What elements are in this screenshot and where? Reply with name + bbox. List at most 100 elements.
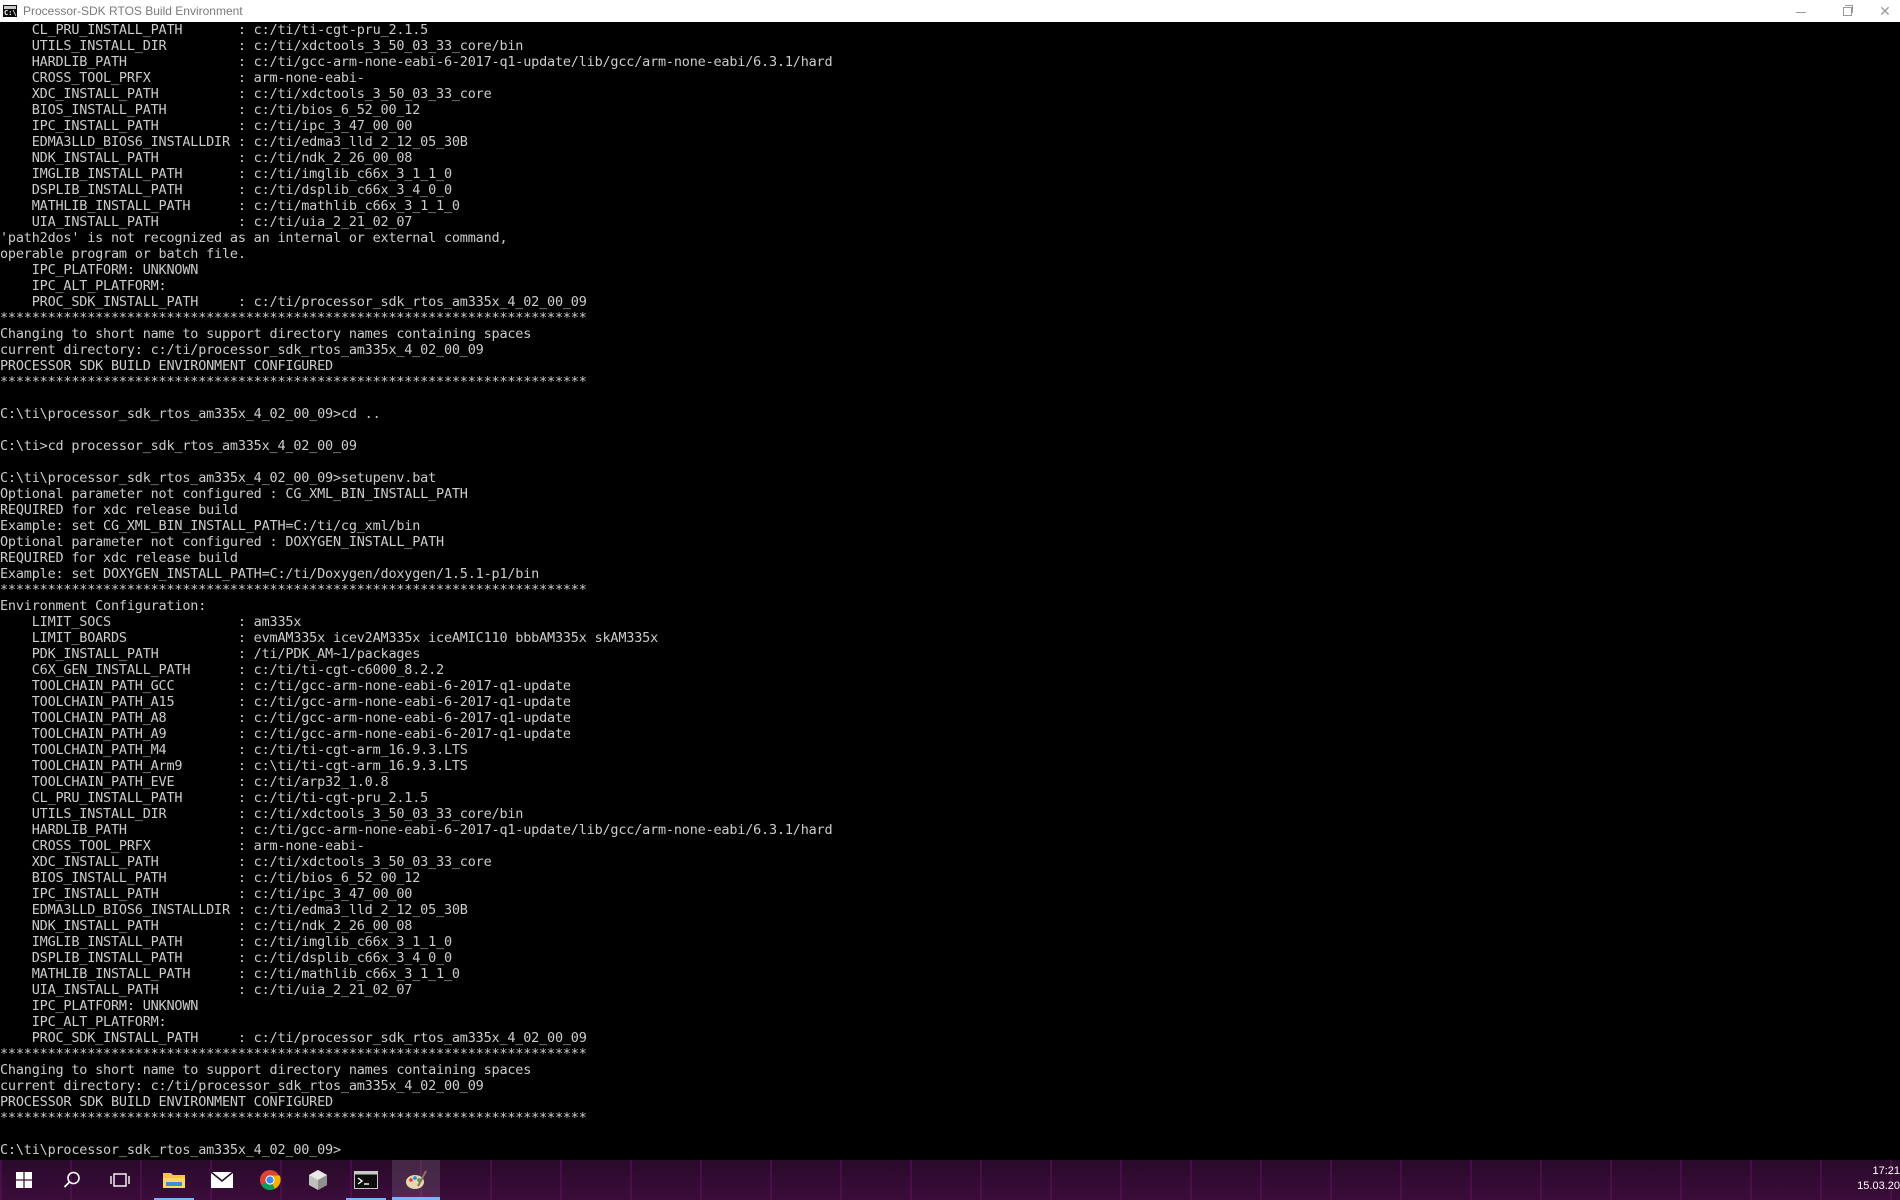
console-line: PROC_SDK_INSTALL_PATH : c:/ti/processor_… [0, 294, 587, 310]
console-line: UIA_INSTALL_PATH : c:/ti/uia_2_21_02_07 [0, 214, 413, 230]
console-line: BIOS_INSTALL_PATH : c:/ti/bios_6_52_00_1… [0, 102, 421, 118]
console-line: IMGLIB_INSTALL_PATH : c:/ti/imglib_c66x_… [0, 934, 452, 950]
console-line: UTILS_INSTALL_DIR : c:/ti/xdctools_3_50_… [0, 806, 524, 822]
console-line: 'path2dos' is not recognized as an inter… [0, 230, 508, 246]
folder-icon [163, 1173, 185, 1188]
console-line: TOOLCHAIN_PATH_A15 : c:/ti/gcc-arm-none-… [0, 694, 571, 710]
restore-button[interactable] [1824, 0, 1870, 22]
chrome-icon [260, 1170, 281, 1191]
restore-icon [1842, 4, 1853, 16]
console-line: CROSS_TOOL_PRFX : arm-none-eabi- [0, 70, 365, 86]
window-titlebar[interactable]: Processor-SDK RTOS Build Environment ✕ [0, 0, 1900, 23]
console-line: IPC_PLATFORM: UNKNOWN [0, 262, 199, 278]
console-line: PROCESSOR SDK BUILD ENVIRONMENT CONFIGUR… [0, 358, 333, 374]
console-line: NDK_INSTALL_PATH : c:/ti/ndk_2_26_00_08 [0, 150, 413, 166]
console-line: TOOLCHAIN_PATH_A8 : c:/ti/gcc-arm-none-e… [0, 710, 571, 726]
console-line: PROC_SDK_INSTALL_PATH : c:/ti/processor_… [0, 1030, 587, 1046]
console-line: TOOLCHAIN_PATH_Arm9 : c:\ti/ti-cgt-arm_1… [0, 758, 468, 774]
windows-logo-icon [16, 1172, 32, 1188]
console-line: NDK_INSTALL_PATH : c:/ti/ndk_2_26_00_08 [0, 918, 413, 934]
console-line: TOOLCHAIN_PATH_A9 : c:/ti/gcc-arm-none-e… [0, 726, 571, 742]
console-line: REQUIRED for xdc release build [0, 550, 238, 566]
mail-button[interactable] [198, 1160, 246, 1200]
minimize-button[interactable] [1778, 0, 1824, 22]
console-line: XDC_INSTALL_PATH : c:/ti/xdctools_3_50_0… [0, 86, 492, 102]
console-line: EDMA3LLD_BIOS6_INSTALLDIR : c:/ti/edma3_… [0, 134, 468, 150]
console-line: MATHLIB_INSTALL_PATH : c:/ti/mathlib_c66… [0, 966, 460, 982]
terminal-icon [354, 1171, 378, 1189]
console-line: IPC_PLATFORM: UNKNOWN [0, 998, 199, 1014]
console-line: BIOS_INSTALL_PATH : c:/ti/bios_6_52_00_1… [0, 870, 421, 886]
search-icon [63, 1171, 80, 1188]
console-line: CROSS_TOOL_PRFX : arm-none-eabi- [0, 838, 365, 854]
console-line: Optional parameter not configured : CG_X… [0, 486, 468, 502]
console-line: C6X_GEN_INSTALL_PATH : c:/ti/ti-cgt-c600… [0, 662, 444, 678]
console-line: ****************************************… [0, 1110, 587, 1126]
console-line: ****************************************… [0, 374, 587, 390]
console-line: Optional parameter not configured : DOXY… [0, 534, 444, 550]
cube-icon [309, 1170, 327, 1190]
package-app-button[interactable] [294, 1160, 342, 1200]
console-line: MATHLIB_INSTALL_PATH : c:/ti/mathlib_c66… [0, 198, 460, 214]
console-line: IPC_ALT_PLATFORM: [0, 1014, 167, 1030]
task-view-button[interactable] [96, 1160, 144, 1200]
console-line: PDK_INSTALL_PATH : /ti/PDK_AM~1/packages [0, 646, 421, 662]
file-explorer-button[interactable] [150, 1160, 198, 1200]
console-line: PROCESSOR SDK BUILD ENVIRONMENT CONFIGUR… [0, 1094, 333, 1110]
console-text: CL_PRU_INSTALL_PATH : c:/ti/ti-cgt-pru_2… [0, 22, 1900, 1158]
console-line: C:\ti>cd processor_sdk_rtos_am335x_4_02_… [0, 438, 357, 454]
task-view-icon [110, 1173, 130, 1187]
console-app-icon[interactable] [3, 5, 17, 17]
console-line: CL_PRU_INSTALL_PATH : c:/ti/ti-cgt-pru_2… [0, 790, 429, 806]
console-line: IPC_INSTALL_PATH : c:/ti/ipc_3_47_00_00 [0, 886, 413, 902]
console-line: IPC_INSTALL_PATH : c:/ti/ipc_3_47_00_00 [0, 118, 413, 134]
console-line: TOOLCHAIN_PATH_EVE : c:/ti/arp32_1.0.8 [0, 774, 389, 790]
console-line: C:\ti\processor_sdk_rtos_am335x_4_02_00_… [0, 1142, 341, 1158]
console-line: operable program or batch file. [0, 246, 246, 262]
close-icon: ✕ [1879, 2, 1891, 19]
console-line: TOOLCHAIN_PATH_GCC : c:/ti/gcc-arm-none-… [0, 678, 571, 694]
console-line: Changing to short name to support direct… [0, 1062, 532, 1078]
paint-icon [406, 1170, 427, 1189]
console-line: CL_PRU_INSTALL_PATH : c:/ti/ti-cgt-pru_2… [0, 22, 429, 38]
console-line: LIMIT_SOCS : am335x [0, 614, 302, 630]
console-line: REQUIRED for xdc release build [0, 502, 238, 518]
close-button[interactable]: ✕ [1870, 0, 1900, 22]
clock-date: 15.03.20 [1857, 1180, 1900, 1192]
console-line: current directory: c:/ti/processor_sdk_r… [0, 1078, 484, 1094]
mail-icon [210, 1171, 234, 1188]
clock-time: 17:21 [1872, 1165, 1900, 1177]
console-line: UTILS_INSTALL_DIR : c:/ti/xdctools_3_50_… [0, 38, 524, 54]
command-prompt-button[interactable] [342, 1160, 390, 1200]
console-line: HARDLIB_PATH : c:/ti/gcc-arm-none-eabi-6… [0, 54, 833, 70]
minimize-icon [1796, 11, 1806, 13]
console-line: current directory: c:/ti/processor_sdk_r… [0, 342, 484, 358]
console-line: EDMA3LLD_BIOS6_INSTALLDIR : c:/ti/edma3_… [0, 902, 468, 918]
console-line: IPC_ALT_PLATFORM: [0, 278, 167, 294]
search-button[interactable] [48, 1160, 96, 1200]
console-line: ****************************************… [0, 582, 587, 598]
console-line: Environment Configuration: [0, 598, 207, 614]
console-line: IMGLIB_INSTALL_PATH : c:/ti/imglib_c66x_… [0, 166, 452, 182]
chrome-button[interactable] [246, 1160, 294, 1200]
console-output[interactable]: CL_PRU_INSTALL_PATH : c:/ti/ti-cgt-pru_2… [0, 22, 1900, 1162]
window-title: Processor-SDK RTOS Build Environment [23, 4, 243, 18]
console-line: C:\ti\processor_sdk_rtos_am335x_4_02_00_… [0, 470, 437, 486]
console-line: LIMIT_BOARDS : evmAM335x icev2AM335x ice… [0, 630, 658, 646]
console-line: Example: set CG_XML_BIN_INSTALL_PATH=C:/… [0, 518, 421, 534]
paint-app-button[interactable] [392, 1160, 440, 1200]
console-line: Changing to short name to support direct… [0, 326, 532, 342]
console-line: ****************************************… [0, 1046, 587, 1062]
console-line: C:\ti\processor_sdk_rtos_am335x_4_02_00_… [0, 406, 381, 422]
console-line: ****************************************… [0, 310, 587, 326]
console-line: DSPLIB_INSTALL_PATH : c:/ti/dsplib_c66x_… [0, 182, 452, 198]
console-line: Example: set DOXYGEN_INSTALL_PATH=C:/ti/… [0, 566, 540, 582]
taskbar [0, 1160, 1900, 1200]
console-line: HARDLIB_PATH : c:/ti/gcc-arm-none-eabi-6… [0, 822, 833, 838]
console-line: DSPLIB_INSTALL_PATH : c:/ti/dsplib_c66x_… [0, 950, 452, 966]
console-line: TOOLCHAIN_PATH_M4 : c:/ti/ti-cgt-arm_16.… [0, 742, 468, 758]
console-line: XDC_INSTALL_PATH : c:/ti/xdctools_3_50_0… [0, 854, 492, 870]
taskbar-clock[interactable]: 17:21 15.03.20 [1852, 1161, 1900, 1199]
console-line: UIA_INSTALL_PATH : c:/ti/uia_2_21_02_07 [0, 982, 413, 998]
start-button[interactable] [0, 1160, 48, 1200]
